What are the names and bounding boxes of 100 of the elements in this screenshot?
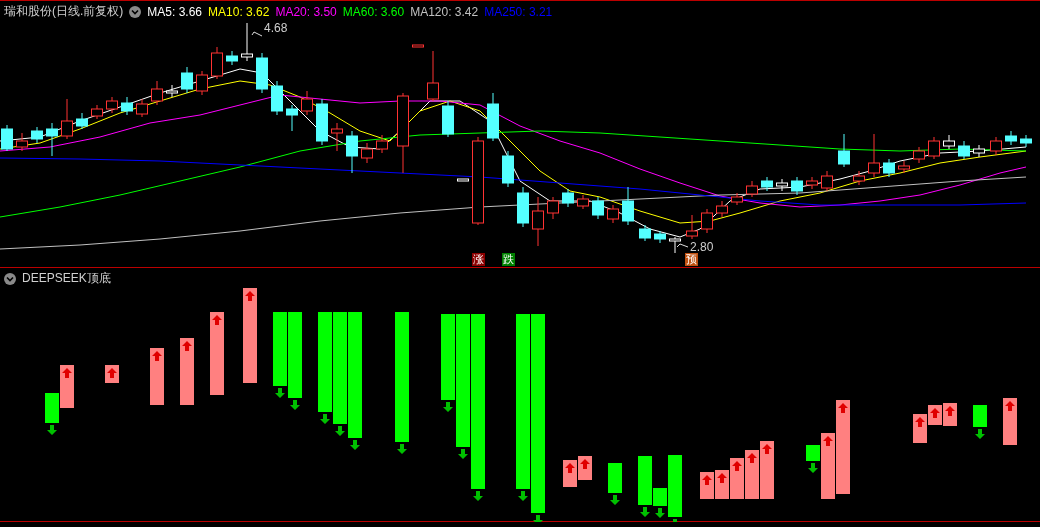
candlestick [346, 130, 358, 174]
candlestick [427, 50, 439, 102]
dropdown-icon[interactable] [129, 5, 142, 18]
candlestick [607, 204, 619, 224]
low-leader-line [676, 243, 689, 248]
candlestick [316, 98, 328, 146]
candlestick [286, 104, 298, 132]
candlestick [487, 92, 499, 142]
top-signal-bar [150, 348, 164, 405]
candlestick [622, 186, 634, 226]
signal-badge: 涨 [472, 253, 485, 266]
high-leader-line [251, 31, 263, 37]
indicator-value: MA10: 3.62 [208, 4, 270, 19]
candlestick [151, 80, 163, 106]
candlestick [1005, 130, 1017, 146]
top-signal-bar [760, 441, 774, 499]
candlestick [76, 112, 88, 130]
candlestick [211, 46, 223, 80]
candlestick [181, 66, 193, 94]
candlestick [1020, 134, 1032, 148]
candlestick [196, 70, 208, 96]
candlestick [502, 150, 514, 188]
candlestick [806, 176, 818, 190]
candlestick [669, 236, 681, 254]
candlestick [701, 208, 713, 234]
candlestick [716, 200, 728, 218]
candlestick [928, 136, 940, 160]
candlestick [639, 224, 651, 242]
candlestick [592, 196, 604, 220]
candlestick [990, 136, 1002, 156]
candlestick [166, 84, 178, 98]
candlestick [791, 176, 803, 196]
candlestick [136, 98, 148, 118]
candlestick [943, 134, 955, 150]
indicator-value: MA120: 3.42 [410, 4, 479, 19]
signal-badge: 预 [685, 253, 698, 266]
top-signal-bar [563, 460, 577, 487]
candlestick [361, 142, 373, 164]
top-signal-bar [745, 450, 759, 499]
candlestick [532, 196, 544, 247]
bottom-signal-bar [806, 445, 820, 473]
candlestick [761, 176, 773, 192]
candlestick [746, 180, 758, 198]
candlestick [61, 98, 73, 140]
candlestick [46, 122, 58, 157]
top-signal-bar [700, 472, 714, 499]
indicator-title: DEEPSEEK顶底 [22, 270, 111, 287]
candlestick [913, 146, 925, 164]
top-signal-bar [821, 433, 835, 499]
candlestick [442, 100, 454, 138]
candlestick [91, 104, 103, 120]
candlestick [577, 194, 589, 210]
stock-title: 瑞和股份(日线.前复权) [4, 3, 124, 20]
candlestick [106, 96, 118, 114]
candlestick [686, 214, 698, 240]
candlestick [226, 50, 238, 66]
candlestick [121, 96, 133, 116]
candlestick [853, 170, 865, 186]
top-signal-bar [180, 338, 194, 405]
candlestick [838, 133, 850, 168]
candlestick [256, 52, 268, 94]
candlestick [821, 170, 833, 192]
low-price-label: 2.80 [690, 240, 714, 254]
indicator-value: MA250: 3.21 [484, 4, 553, 19]
candlestick [731, 192, 743, 206]
signal-badge: 跌 [502, 253, 515, 266]
indicator-value: MA20: 3.50 [275, 4, 337, 19]
candlestick [16, 132, 28, 152]
candlestick [31, 126, 43, 144]
candlestick [1, 124, 13, 152]
bottom-signal-bar [973, 405, 987, 439]
bottom-signal-bar [608, 463, 622, 505]
candlestick [883, 158, 895, 178]
candlestick [331, 122, 343, 152]
top-signal-bar [730, 458, 744, 499]
candlestick [958, 140, 970, 160]
candlestick [547, 196, 559, 220]
candlestick [517, 186, 529, 228]
candlestick [868, 133, 880, 178]
top-signal-bar [60, 365, 74, 408]
dropdown-icon[interactable] [4, 272, 16, 285]
top-signal-bar [1003, 398, 1017, 445]
candlestick [562, 188, 574, 208]
candlestick [898, 160, 910, 174]
candlestick [973, 144, 985, 158]
candlestick [654, 230, 666, 244]
high-price-label: 4.68 [264, 21, 288, 35]
candlestick [457, 178, 469, 182]
candlestick [241, 22, 253, 62]
candlestick [271, 80, 283, 116]
candlestick [776, 178, 788, 192]
top-signal-bar [105, 365, 119, 383]
indicator-value: MA60: 3.60 [342, 4, 405, 19]
top-signal-bar [943, 403, 957, 426]
candlestick [301, 90, 313, 116]
indicator-value: MA5: 3.66 [147, 4, 203, 19]
top-signal-bar [715, 470, 729, 499]
top-signal-bar [578, 456, 592, 480]
candlestick [412, 44, 424, 48]
candlestick [376, 134, 388, 154]
